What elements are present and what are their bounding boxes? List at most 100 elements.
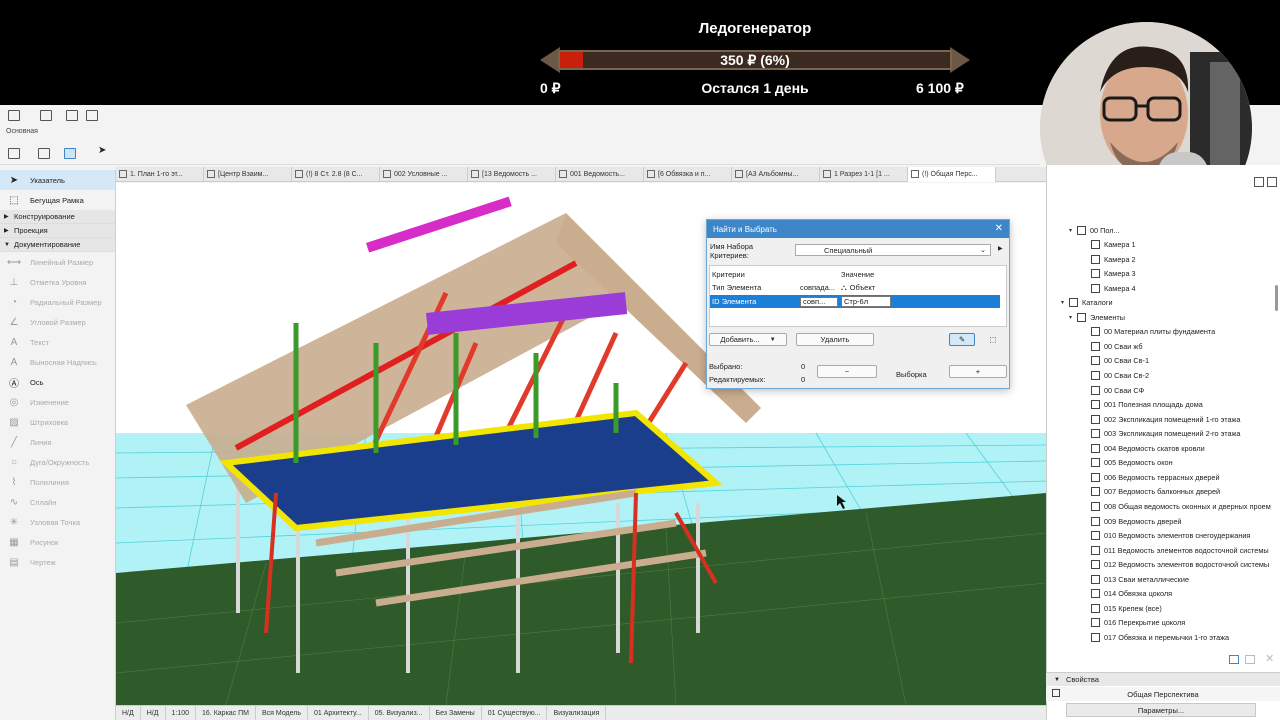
criteria-row-operator[interactable]: совпада... [800, 283, 838, 292]
status-cell[interactable]: Н/Д [141, 705, 166, 720]
add-criterion-button[interactable]: Добавить... ▼ [709, 333, 787, 346]
remove-criterion-button[interactable]: Удалить [796, 333, 874, 346]
navigator-item[interactable]: 001 Полезная площадь дома [1083, 398, 1203, 412]
tool-drawing[interactable]: ▤ Чертеж [0, 552, 115, 572]
view-tab[interactable]: 002 Условные ... [380, 166, 468, 182]
navigator-item[interactable]: 013 Сваи металлические [1083, 572, 1189, 586]
view-tab[interactable]: [13 Ведомость ... [468, 166, 556, 182]
marquee-select-icon[interactable]: ⬚ [980, 333, 1006, 346]
view-tab[interactable]: 1 Разрез 1-1 [1 ... [820, 166, 908, 182]
status-cell[interactable]: Без Замены [430, 705, 482, 720]
section-design[interactable]: ▶ Конструирование [0, 210, 115, 224]
navigator-item[interactable]: 016 Перекрытие цоколя [1083, 616, 1185, 630]
view-tab[interactable]: [Центр Взаим... [204, 166, 292, 182]
tool-polyline[interactable]: ⌇ Полилиния [0, 472, 115, 492]
criteria-row-operator-select[interactable]: совп... [800, 296, 838, 307]
orbit-icon[interactable] [64, 148, 76, 159]
criteria-menu-arrow-icon[interactable]: ▶ [998, 245, 1003, 252]
tool-line[interactable]: ╱ Линия [0, 432, 115, 452]
navigator-item[interactable]: ▾ Каталоги [1061, 296, 1113, 310]
criteria-row-selected[interactable]: ID Элемента совп... Стр-6л [710, 295, 1000, 308]
status-cell[interactable]: 01 Существую... [482, 705, 548, 720]
criteria-row-value-field[interactable]: Стр-6л [838, 296, 998, 307]
navigator-item[interactable]: ▾ Элементы [1069, 310, 1125, 324]
tool-change[interactable]: ◎ Изменение [0, 392, 115, 412]
navigator-item[interactable]: 00 Сваи СФ [1083, 383, 1144, 397]
sync-icon[interactable] [86, 110, 98, 121]
magic-wand-icon[interactable] [8, 148, 20, 159]
view-tab[interactable]: (!) Общая Перс... [908, 166, 996, 182]
close-icon[interactable]: ✕ [995, 223, 1003, 234]
tool-hotspot[interactable]: ✳ Узловая Точка [0, 512, 115, 532]
view-tab[interactable]: 1. План 1-го эт... [116, 166, 204, 182]
floor-plan-icon[interactable] [8, 110, 20, 121]
navigator-item[interactable]: 014 Обвязка цоколя [1083, 587, 1172, 601]
tool-radial-dimension[interactable]: ◔ Радиальный Размер [0, 292, 115, 312]
chevron-down-icon[interactable]: ▾ [1061, 299, 1069, 306]
navigator-scrollbar[interactable] [1275, 285, 1278, 311]
section-projection[interactable]: ▶ Проекция [0, 224, 115, 238]
navigator-item[interactable]: ▾ 00 Пол... [1069, 223, 1120, 237]
tool-pointer[interactable]: ➤ Указатель [0, 170, 115, 190]
navigator-item[interactable]: 006 Ведомость террасных дверей [1083, 470, 1220, 484]
select-button[interactable]: + [949, 365, 1007, 378]
dialog-title-bar[interactable]: Найти и Выбрать [707, 220, 1009, 238]
parameters-button[interactable]: Параметры... [1066, 703, 1256, 717]
status-cell[interactable]: 05. Визуализ... [369, 705, 430, 720]
chevron-down-icon[interactable]: ▾ [1069, 314, 1077, 321]
tool-spline[interactable]: ∿ Сплайн [0, 492, 115, 512]
navigator-item[interactable]: Камера 4 [1083, 281, 1136, 295]
tool-text[interactable]: A Текст [0, 332, 115, 352]
clone-icon[interactable] [1245, 655, 1255, 664]
navigator-item[interactable]: Камера 3 [1083, 267, 1136, 281]
chevron-down-icon[interactable]: ▾ [1069, 227, 1077, 234]
tool-hatch[interactable]: ▨ Штриховка [0, 412, 115, 432]
navigator-item[interactable]: Камера 2 [1083, 252, 1136, 266]
criteria-value-input[interactable]: Стр-6л [841, 296, 891, 307]
deselect-button[interactable]: − [817, 365, 877, 378]
navigator-item[interactable]: 017 Обвязка и перемычки 1-го этажа [1083, 630, 1229, 644]
navigator-item[interactable]: 007 Ведомость балконных дверей [1083, 485, 1220, 499]
navigator-item[interactable]: 005 Ведомость окон [1083, 456, 1173, 470]
navigator-item[interactable]: 004 Ведомость скатов кровли [1083, 441, 1205, 455]
tool-figure[interactable]: ▦ Рисунок [0, 532, 115, 552]
pointer-tool-icon[interactable]: ➤ [98, 145, 110, 156]
select-mode-icon[interactable] [38, 148, 50, 159]
view-tab[interactable]: [А3 Альбомны... [732, 166, 820, 182]
save-icon[interactable] [40, 110, 52, 121]
tool-angle-dimension[interactable]: ∠ Угловой Размер [0, 312, 115, 332]
tool-arc[interactable]: ○ Дуга/Окружность [0, 452, 115, 472]
view-tab[interactable]: 001 Ведомость... [556, 166, 644, 182]
navigator-item[interactable]: 012 Ведомость элементов водосточной сист… [1083, 558, 1269, 572]
navigator-item[interactable]: 011 Ведомость элементов водосточной сист… [1083, 543, 1269, 557]
navigator-item[interactable]: 00 Сваи жб [1083, 339, 1143, 353]
status-cell[interactable]: Визуализация [547, 705, 607, 720]
criteria-row[interactable]: Тип Элемента совпада... ⛬ Объект [710, 281, 1000, 294]
navigator-item[interactable]: 008 Общая ведомость оконных и дверных пр… [1083, 499, 1271, 513]
pick-from-selection-icon[interactable]: ✎ [949, 333, 975, 346]
navigator-copy-icon[interactable] [1267, 177, 1277, 187]
status-cell[interactable]: Вся Модель [256, 705, 309, 720]
tool-label[interactable]: A Выносная Надпись [0, 352, 115, 372]
tool-linear-dimension[interactable]: ⟷ Линейный Размер [0, 252, 115, 272]
teamwork-icon[interactable] [66, 110, 78, 121]
navigator-item[interactable]: 00 Сваи Св-2 [1083, 369, 1149, 383]
tool-marquee[interactable]: ⬚ Бегущая Рамка [0, 190, 115, 210]
section-documentation[interactable]: ▼ Документирование [0, 238, 115, 252]
view-tab[interactable]: (!) 8 Ст. 2.8 (8 С... [292, 166, 380, 182]
delete-icon[interactable]: ✕ [1265, 652, 1274, 665]
navigator-item[interactable]: 00 Сваи Св-1 [1083, 354, 1149, 368]
view-tab[interactable]: [6 Обвязка и п... [644, 166, 732, 182]
criteria-row-value[interactable]: ⛬ Объект [838, 283, 998, 293]
tool-axis[interactable]: Ⓐ Ось [0, 372, 115, 392]
navigator-item[interactable]: 010 Ведомость элементов снегоудержания [1083, 529, 1250, 543]
navigator-item[interactable]: 009 Ведомость дверей [1083, 514, 1181, 528]
navigator-item[interactable]: 002 Экспликация помещений 1-го этажа [1083, 412, 1240, 426]
status-cell[interactable]: 16. Каркас ПМ [196, 705, 256, 720]
navigator-item[interactable]: 015 Крепеж (все) [1083, 601, 1162, 615]
tool-level-mark[interactable]: ⊥ Отметка Уровня [0, 272, 115, 292]
new-window-icon[interactable] [1229, 655, 1239, 664]
properties-header[interactable]: ▼ Свойства [1046, 672, 1280, 686]
status-cell[interactable]: 1:100 [166, 705, 197, 720]
navigator-item[interactable]: 003 Экспликация помещений 2-го этажа [1083, 427, 1240, 441]
